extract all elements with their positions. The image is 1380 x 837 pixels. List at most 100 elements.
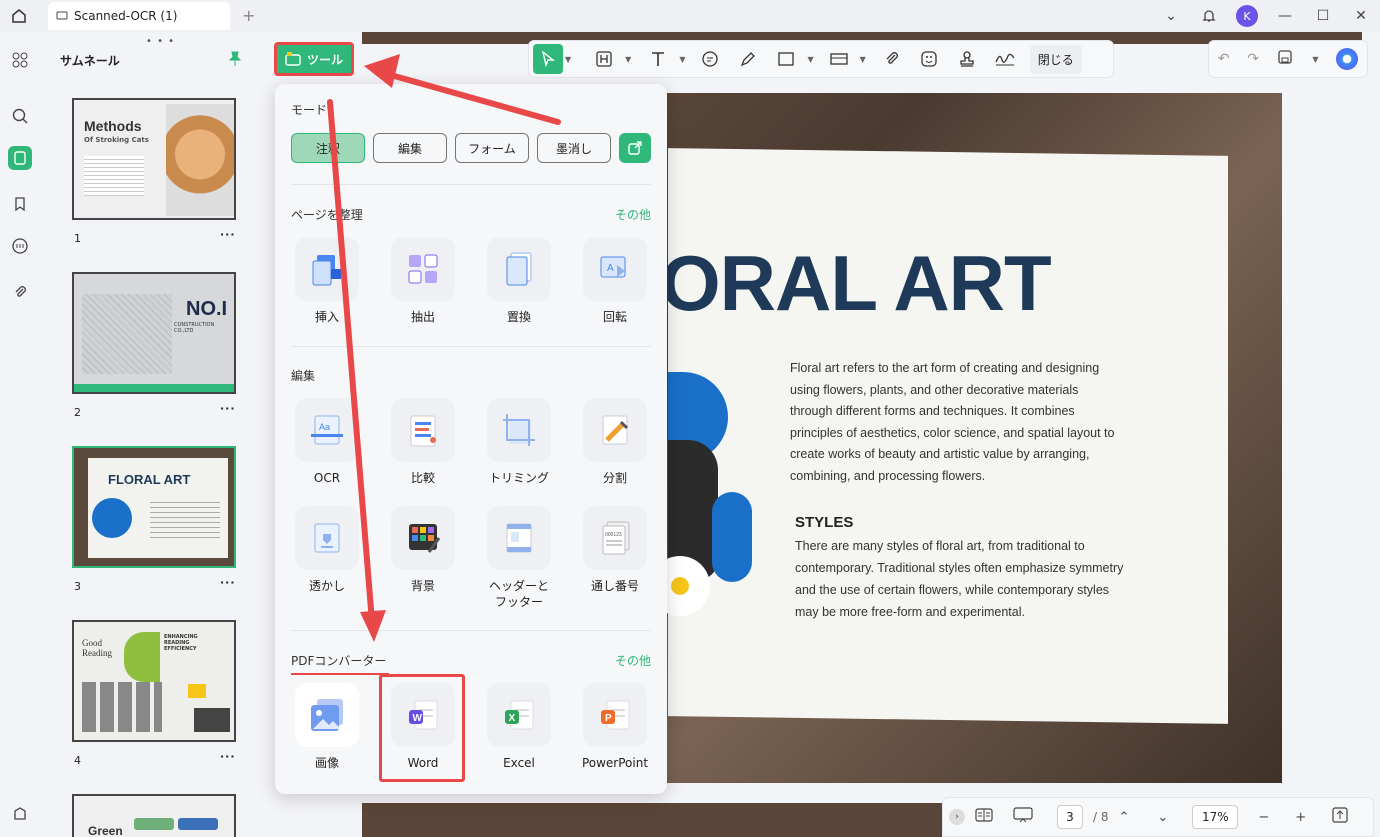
select-tool-button[interactable]	[533, 44, 563, 74]
header-footer-label: ヘッダーと フッター	[488, 579, 549, 609]
avatar[interactable]: K	[1236, 5, 1258, 27]
mode-redact-button[interactable]: 墨消し	[537, 133, 611, 163]
ocr-button[interactable]: Aa OCR	[287, 398, 367, 486]
chevron-down-icon[interactable]: ⌄	[1152, 0, 1190, 32]
crop-button[interactable]: トリミング	[479, 398, 559, 486]
organize-more-link[interactable]: その他	[615, 206, 651, 223]
close-toolbar-button[interactable]: 閉じる	[1029, 44, 1082, 74]
background-button[interactable]: 背景	[383, 506, 463, 594]
maximize-icon[interactable]: ☐	[1304, 0, 1342, 32]
minimize-icon[interactable]: —	[1266, 0, 1304, 32]
chevron-down-icon[interactable]: ▼	[860, 55, 866, 64]
attachment-icon[interactable]	[8, 280, 32, 304]
highlight-tool-button[interactable]	[585, 44, 623, 74]
signature-tool-button[interactable]	[986, 44, 1024, 74]
split-button[interactable]: 分割	[575, 398, 655, 486]
page-number-input[interactable]: 3	[1057, 805, 1083, 829]
text-tool-button[interactable]	[639, 44, 677, 74]
attach-tool-button[interactable]	[872, 44, 910, 74]
ai-assistant-icon[interactable]	[1336, 48, 1359, 70]
edit-title: 編集	[291, 369, 316, 383]
tools-button[interactable]: ツール	[274, 42, 354, 76]
watermark-button[interactable]: 透かし	[287, 506, 367, 594]
rectangle-icon	[778, 52, 795, 66]
convert-powerpoint-button[interactable]: P PowerPoint	[575, 683, 655, 771]
thumbnail-page-3[interactable]: FLORAL ART	[72, 446, 236, 568]
pen-tool-button[interactable]	[729, 44, 767, 74]
chevron-down-icon[interactable]: ▼	[625, 55, 631, 64]
layers-icon[interactable]	[8, 802, 32, 826]
mode-edit-button[interactable]: 編集	[373, 133, 447, 163]
comment-tool-button[interactable]	[691, 44, 729, 74]
thumbnail-page-5[interactable]: Green	[72, 794, 236, 837]
mode-annotate-button[interactable]: 注釈	[291, 133, 365, 163]
compare-label: 比較	[410, 471, 435, 485]
save-icon[interactable]	[1277, 49, 1293, 69]
zoom-in-icon[interactable]: +	[1295, 810, 1306, 825]
redo-icon[interactable]: ↷	[1247, 51, 1259, 67]
replace-page-icon	[506, 252, 532, 286]
thumbnail-icon[interactable]	[8, 146, 32, 170]
measure-tool-button[interactable]	[820, 44, 858, 74]
bell-icon[interactable]	[1190, 0, 1228, 32]
fit-page-icon[interactable]	[1332, 807, 1348, 827]
more-icon[interactable]: ···	[220, 228, 236, 241]
background-icon	[409, 524, 441, 553]
convert-image-button[interactable]: 画像	[287, 683, 367, 771]
sticker-tool-button[interactable]	[910, 44, 948, 74]
zoom-input[interactable]: 17%	[1192, 805, 1239, 829]
more-icon[interactable]: ···	[220, 576, 236, 589]
comment-icon[interactable]	[8, 234, 32, 258]
compare-icon	[410, 415, 436, 447]
more-icon[interactable]: ···	[220, 402, 236, 415]
chevron-down-icon[interactable]: ▼	[679, 55, 685, 64]
page-layout-icon[interactable]	[975, 807, 993, 827]
search-icon[interactable]	[8, 104, 32, 128]
insert-page-button[interactable]: 挿入	[287, 237, 367, 325]
home-icon[interactable]	[8, 5, 30, 27]
stamp-icon	[960, 51, 974, 67]
next-page-icon[interactable]: ⌄	[1157, 810, 1168, 825]
mode-title: モード	[291, 103, 328, 117]
document-tab[interactable]: Scanned-OCR (1)	[48, 2, 230, 30]
apps-icon[interactable]	[8, 48, 32, 72]
more-icon[interactable]: ···	[220, 750, 236, 763]
share-button[interactable]	[619, 133, 651, 163]
shape-tool-button[interactable]	[767, 44, 805, 74]
resize-grip[interactable]: • • •	[146, 36, 175, 47]
thumbnail-page-4[interactable]: Good Reading ENHANCING READING EFFICIENC…	[72, 620, 236, 742]
insert-label: 挿入	[314, 310, 339, 324]
close-icon[interactable]: ✕	[1342, 0, 1380, 32]
bookmark-icon[interactable]	[8, 192, 32, 216]
zoom-out-icon[interactable]: −	[1258, 810, 1269, 825]
text-icon	[652, 52, 665, 66]
header-footer-button[interactable]: ヘッダーと フッター	[479, 506, 559, 610]
page-total: / 8	[1093, 810, 1109, 824]
extract-page-button[interactable]: 抽出	[383, 237, 463, 325]
thumbnail-page-2[interactable]: NO.I CONSTRUCTION CO.,LTD	[72, 272, 236, 394]
convert-excel-button[interactable]: X Excel	[479, 683, 559, 771]
extract-label: 抽出	[410, 310, 435, 324]
thumb-number: 2	[74, 406, 81, 419]
chevron-down-icon[interactable]: ▼	[1312, 55, 1318, 64]
rotate-page-button[interactable]: A 回転	[575, 237, 655, 325]
pin-icon[interactable]	[228, 51, 242, 70]
undo-icon[interactable]: ↶	[1218, 51, 1230, 67]
present-icon[interactable]	[1013, 807, 1033, 827]
tools-button-label: ツール	[306, 52, 343, 67]
chevron-down-icon[interactable]: ▼	[565, 55, 571, 64]
new-tab-icon[interactable]: +	[242, 6, 255, 25]
mode-form-button[interactable]: フォーム	[455, 133, 529, 163]
compare-button[interactable]: 比較	[383, 398, 463, 486]
highlight-underline	[291, 673, 389, 675]
expand-icon[interactable]: ›	[949, 809, 965, 825]
highlight-frame	[379, 674, 465, 782]
stamp-tool-button[interactable]	[948, 44, 986, 74]
converter-more-link[interactable]: その他	[615, 652, 651, 669]
chevron-down-icon[interactable]: ▼	[807, 55, 813, 64]
thumbnail-page-1[interactable]: Methods Of Stroking Cats	[72, 98, 236, 220]
previous-page-icon[interactable]: ⌃	[1119, 810, 1130, 825]
replace-page-button[interactable]: 置換	[479, 237, 559, 325]
image-label: 画像	[314, 756, 339, 770]
bates-number-button[interactable]: 000123 通し番号	[575, 506, 655, 594]
